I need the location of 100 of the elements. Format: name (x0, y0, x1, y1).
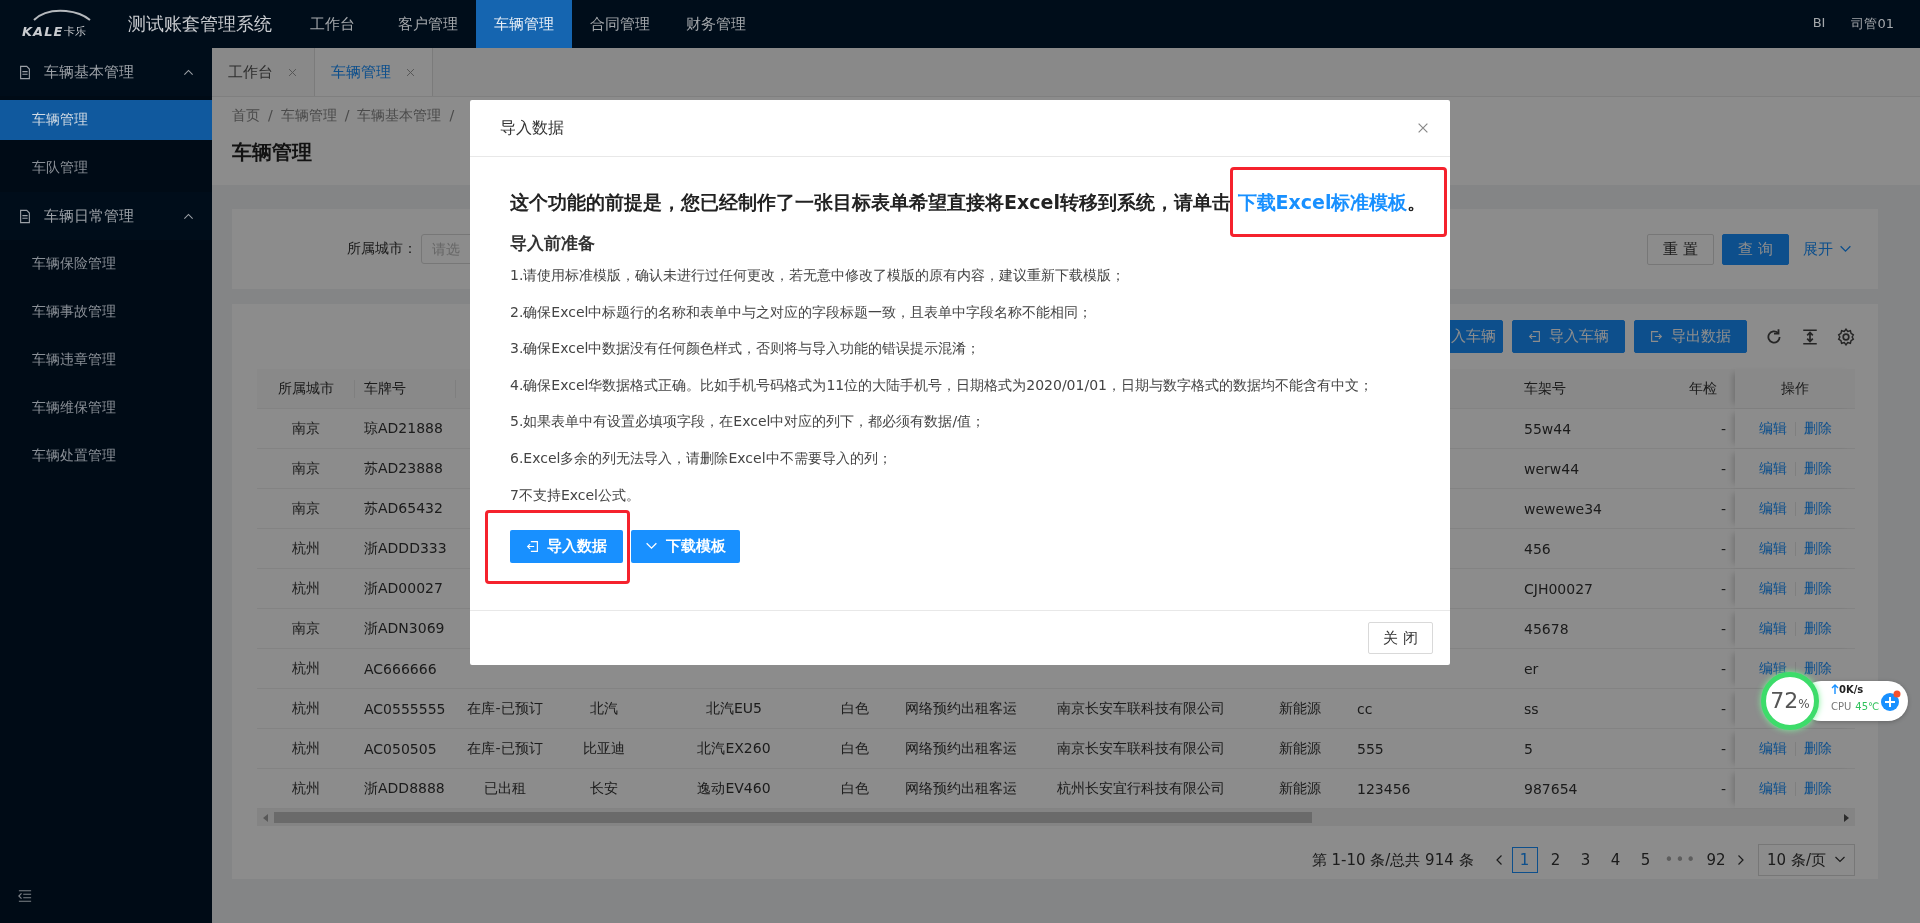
refresh-icon[interactable] (1765, 327, 1783, 346)
breadcrumb-item[interactable]: 车辆管理 (280, 107, 337, 125)
table-cell-text: 苏AD23888 (363, 459, 444, 478)
delete-link[interactable]: 删除 (1803, 579, 1832, 598)
nav-item[interactable]: 工作台 (284, 0, 380, 48)
table-cell-text: er (1523, 660, 1540, 677)
page-number[interactable]: 1 (1511, 847, 1538, 873)
menu-group[interactable]: 车辆日常管理 (0, 192, 212, 240)
edit-link[interactable]: 编辑 (1758, 459, 1787, 478)
table-cell-text: 南京 (291, 619, 321, 638)
nav-item[interactable]: 车辆管理 (476, 0, 572, 48)
import-button[interactable]: 导入车辆 (1512, 320, 1625, 353)
column-header: 操作 (1735, 369, 1855, 408)
nav-item[interactable]: 财务管理 (668, 0, 764, 48)
edit-link[interactable]: 编辑 (1758, 779, 1787, 798)
scroll-right-icon[interactable] (1842, 813, 1850, 822)
page-number[interactable]: 92 (1704, 848, 1729, 872)
menu-item[interactable]: 车辆保险管理 (0, 244, 212, 284)
edit-link[interactable]: 编辑 (1758, 739, 1787, 758)
table-cell-text: 杭州 (291, 659, 321, 678)
table-cell-text: 新能源 (1278, 779, 1322, 798)
column-header: 车架号 (1523, 379, 1567, 398)
menu-item[interactable]: 车辆管理 (0, 100, 212, 140)
close-icon[interactable] (287, 66, 298, 78)
more-pages[interactable]: ••• (1663, 848, 1699, 872)
page-number[interactable]: 5 (1633, 848, 1658, 872)
menu-item[interactable]: 车辆事故管理 (0, 292, 212, 332)
user-menu-item[interactable]: BI (1812, 15, 1826, 33)
column-header: 车牌号 (355, 379, 456, 398)
close-icon[interactable] (405, 66, 416, 78)
table-cell-text: - (1719, 700, 1727, 717)
nav-item[interactable]: 客户管理 (380, 0, 476, 48)
table-cell-text: AC050505 (363, 740, 438, 757)
scroll-left-icon[interactable] (262, 813, 270, 822)
cpu-temperature: 45℃ (1855, 701, 1880, 712)
breadcrumb-separator: / (344, 107, 350, 125)
delete-link[interactable]: 删除 (1803, 459, 1832, 478)
delete-link[interactable]: 删除 (1803, 619, 1832, 638)
table-cell-text: - (1719, 780, 1727, 797)
import-icon (1528, 330, 1541, 343)
close-icon[interactable] (1416, 121, 1430, 135)
expand-link[interactable]: 展开 (1803, 239, 1852, 259)
close-button[interactable]: 关 闭 (1368, 622, 1433, 654)
search-button[interactable]: 查 询 (1722, 233, 1789, 265)
page-number[interactable]: 3 (1573, 848, 1598, 872)
breadcrumb-separator: / (449, 107, 455, 125)
collapse-menu-icon[interactable] (18, 889, 32, 903)
breadcrumb-item[interactable]: 首页 (232, 107, 260, 125)
settings-icon[interactable] (1837, 327, 1855, 346)
menu-item[interactable]: 车辆处置管理 (0, 436, 212, 476)
network-speed: 0K/s (1839, 684, 1864, 695)
horizontal-scrollbar[interactable] (257, 809, 1855, 826)
instruction-line: 7不支持Excel公式。 (510, 485, 641, 505)
table-cell-text: 新能源 (1278, 699, 1322, 718)
menu-item[interactable]: 车辆违章管理 (0, 340, 212, 380)
table-cell-text: werw44 (1523, 460, 1581, 477)
delete-link[interactable]: 删除 (1803, 419, 1832, 438)
delete-link[interactable]: 删除 (1803, 499, 1832, 518)
edit-link[interactable]: 编辑 (1758, 539, 1787, 558)
download-template-button[interactable]: 下载模板 (631, 530, 740, 564)
export-button[interactable]: 导出数据 (1634, 320, 1747, 353)
edit-link[interactable]: 编辑 (1758, 659, 1787, 678)
page-number[interactable]: 4 (1603, 848, 1628, 872)
nav-item[interactable]: 合同管理 (572, 0, 668, 48)
table-cell-text: 杭州 (291, 579, 321, 598)
table-cell-text: AC666666 (363, 660, 438, 677)
edit-link[interactable]: 编辑 (1758, 619, 1787, 638)
table-cell-text: 55w44 (1523, 420, 1573, 437)
table-cell-text: - (1719, 460, 1727, 477)
delete-link[interactable]: 删除 (1803, 659, 1832, 678)
delete-link[interactable]: 删除 (1803, 779, 1832, 798)
delete-link[interactable]: 删除 (1803, 539, 1832, 558)
table-cell-text: - (1719, 420, 1727, 437)
page-number[interactable]: 2 (1543, 848, 1568, 872)
table-cell-text: 白色 (840, 779, 870, 798)
plus-icon[interactable] (1880, 690, 1902, 712)
edit-link[interactable]: 编辑 (1758, 579, 1787, 598)
arrow-up-icon (1831, 684, 1839, 694)
import-data-button[interactable]: 导入数据 (510, 530, 623, 564)
column-height-icon[interactable] (1801, 327, 1819, 346)
tab-label: 车辆管理 (331, 62, 391, 82)
menu-item[interactable]: 车辆维保管理 (0, 388, 212, 428)
table-cell-text: 网络预约出租客运 (904, 699, 1018, 718)
reset-button[interactable]: 重 置 (1647, 233, 1715, 265)
instruction-line: 6.Excel多余的列无法导入，请删除Excel中不需要导入的列； (510, 448, 893, 468)
instruction-line: 3.确保Excel中数据没有任何颜色样式，否则将与导入功能的错误提示混淆； (510, 339, 982, 359)
template-link[interactable]: 下载Excel标准模板 (1237, 191, 1408, 213)
menu-item[interactable]: 车队管理 (0, 148, 212, 188)
edit-link[interactable]: 编辑 (1758, 419, 1787, 438)
menu-group[interactable]: 车辆基本管理 (0, 48, 212, 96)
table-cell-text: 新能源 (1278, 739, 1322, 758)
breadcrumb-item[interactable]: 车辆基本管理 (357, 107, 442, 125)
edit-link[interactable]: 编辑 (1758, 499, 1787, 518)
table-cell-text: 苏AD65432 (363, 499, 444, 518)
scrollbar-thumb[interactable] (274, 812, 1312, 823)
page-size-select[interactable]: 10 条/页 (1758, 844, 1855, 876)
delete-link[interactable]: 删除 (1803, 739, 1832, 758)
table-cell-text: 杭州 (291, 739, 321, 758)
user-menu-item[interactable]: 司管01 (1851, 15, 1894, 33)
table-cell-text: 白色 (840, 699, 870, 718)
